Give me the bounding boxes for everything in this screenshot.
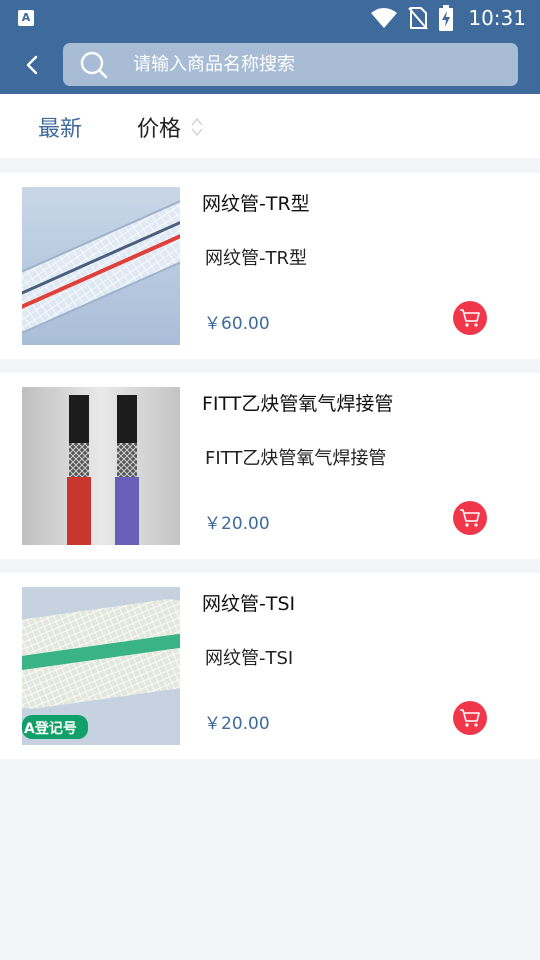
- product-image[interactable]: A登记号: [22, 587, 180, 745]
- sort-price-label: 价格: [137, 117, 182, 142]
- status-icons: 10:31: [370, 4, 526, 32]
- product-card[interactable]: A登记号 网纹管-TSI 网纹管-TSI ￥20.00: [0, 573, 540, 759]
- sort-arrows-icon: [191, 117, 203, 137]
- top-nav-bar: [0, 36, 540, 94]
- sort-price-tab[interactable]: 价格: [137, 111, 205, 143]
- search-input[interactable]: [133, 43, 503, 86]
- green-stripe-hose-image: A登记号: [22, 587, 180, 745]
- shopping-cart-icon: [460, 509, 480, 527]
- battery-charging-icon: [439, 5, 454, 31]
- product-name[interactable]: 网纹管-TR型: [202, 189, 310, 216]
- product-description: FITT乙炔管氧气焊接管: [205, 448, 387, 469]
- shopping-cart-icon: [460, 309, 480, 327]
- sort-bar: 最新 价格: [0, 94, 540, 158]
- braided-hose-image: [22, 187, 180, 345]
- shopping-cart-icon: [460, 709, 480, 727]
- app-notification-icon: A: [18, 10, 34, 26]
- product-price: ￥60.00: [204, 314, 270, 334]
- sort-latest-tab[interactable]: 最新: [38, 111, 82, 143]
- status-time: 10:31: [468, 6, 526, 30]
- product-description: 网纹管-TR型: [205, 248, 307, 269]
- welding-hoses-image: [22, 387, 180, 545]
- back-button[interactable]: [18, 50, 46, 80]
- product-name[interactable]: 网纹管-TSI: [202, 589, 295, 616]
- product-name[interactable]: FITT乙炔管氧气焊接管: [202, 389, 393, 416]
- search-box[interactable]: [63, 43, 518, 86]
- search-icon: [80, 51, 108, 79]
- product-image[interactable]: [22, 387, 180, 545]
- add-to-cart-button[interactable]: [453, 701, 487, 735]
- wifi-icon: [371, 8, 398, 28]
- product-price: ￥20.00: [204, 514, 270, 534]
- no-sim-icon: [408, 7, 429, 30]
- product-card[interactable]: 网纹管-TR型 网纹管-TR型 ￥60.00: [0, 173, 540, 359]
- image-badge-text: A登记号: [24, 720, 77, 737]
- product-description: 网纹管-TSI: [205, 648, 294, 669]
- add-to-cart-button[interactable]: [453, 501, 487, 535]
- product-card[interactable]: FITT乙炔管氧气焊接管 FITT乙炔管氧气焊接管 ￥20.00: [0, 373, 540, 559]
- product-image[interactable]: [22, 187, 180, 345]
- add-to-cart-button[interactable]: [453, 301, 487, 335]
- status-bar: A 10:31: [0, 0, 540, 36]
- product-price: ￥20.00: [204, 714, 270, 734]
- chevron-left-icon: [26, 55, 38, 75]
